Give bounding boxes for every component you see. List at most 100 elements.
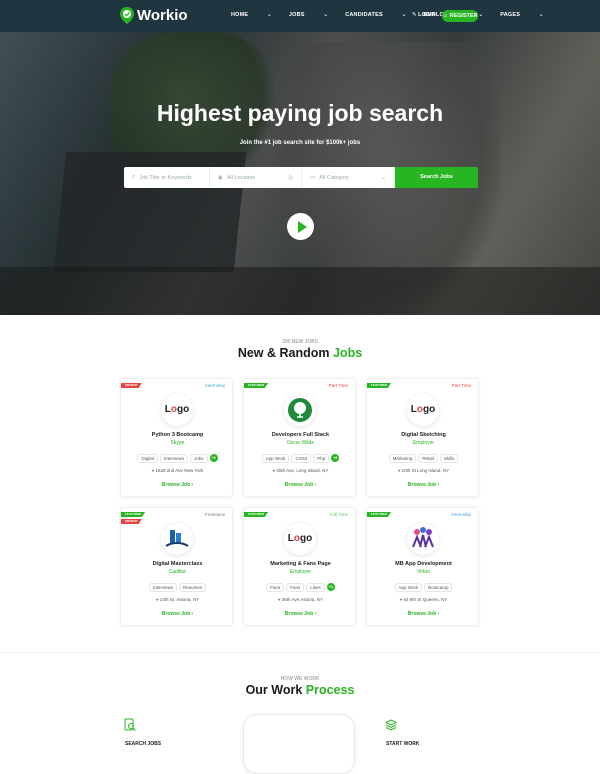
job-address: ⌖ 1628 2nd Ave New York: [151, 468, 204, 473]
search-doc-icon: [124, 718, 136, 731]
target-icon: ◎: [288, 174, 293, 181]
browse-job-link[interactable]: Browse Job ›: [121, 482, 234, 488]
skill-tag[interactable]: Face: [266, 583, 285, 592]
company-name[interactable]: Oscar Wilde: [244, 440, 357, 446]
skills-list: Face Fans Likes +3: [244, 583, 357, 592]
menu-item-home[interactable]: HOME ⌄: [231, 12, 272, 18]
skill-tag[interactable]: Retail: [418, 454, 438, 463]
job-title[interactable]: Marketing & Fans Page: [244, 561, 357, 567]
category-select[interactable]: ▭ All Category ⌄: [302, 167, 395, 188]
skill-tag[interactable]: App Work: [394, 583, 423, 592]
menu-item-pages[interactable]: PAGES ⌄: [500, 12, 543, 18]
process-heading: Our Work Process: [245, 683, 355, 697]
login-link[interactable]: ✎ LOGIN: [412, 12, 436, 18]
hero-subtitle: Join the #1 job search site for $100k+ j…: [239, 140, 361, 146]
job-search-bar: ⌕ Job Title or Keywords ◉ All Location ◎ ▭ A…: [124, 167, 478, 188]
brand-name: Workio: [137, 7, 188, 24]
skills-list: App Work CSS3 Php +3: [244, 454, 357, 463]
building-logo-icon: [165, 530, 189, 547]
play-video-button[interactable]: [287, 213, 314, 240]
job-badge: FEATURED: [121, 512, 146, 517]
company-name[interactable]: Employer: [367, 440, 480, 446]
job-card[interactable]: FEATURED Part Time Developers Full Stack Os…: [243, 378, 356, 497]
search-jobs-button[interactable]: Search Jobs: [395, 167, 478, 188]
jobs-kicker: 200 NEW JOBS: [282, 339, 318, 345]
more-skills-count[interactable]: +3: [326, 583, 335, 591]
location-pin-icon: [120, 7, 134, 24]
skill-tag[interactable]: Marketing: [388, 454, 417, 463]
job-title[interactable]: Digital Masterclass: [121, 561, 234, 567]
job-card[interactable]: FEATURED Full Time Logo Marketing & Fans Pa…: [243, 507, 356, 626]
play-icon: [297, 220, 307, 233]
company-logo-icon: Logo: [410, 404, 436, 415]
user-icon: ☺: [442, 13, 448, 19]
job-badge: FEATURED: [367, 383, 392, 388]
job-title[interactable]: Digital Sketching: [367, 432, 480, 438]
job-badge: URGENT: [121, 383, 142, 388]
main-menu: HOME ⌄ JOBS ⌄ CANDIDATES ⌄ EMPLOYERS ⌄ P…: [231, 12, 561, 18]
company-logo-icon: Logo: [164, 404, 190, 415]
browse-job-link[interactable]: Browse Job ›: [367, 482, 480, 488]
folder-icon: ▭: [310, 174, 316, 181]
skills-list: Marketing Retail Skills: [367, 454, 480, 463]
step-search-jobs: SEARCH JOBS: [125, 741, 162, 747]
job-title[interactable]: Developers Full Stack: [244, 432, 357, 438]
job-address: ⌖ 30th Ave, Long Island, NY: [272, 468, 329, 473]
skill-tag[interactable]: CSS3: [291, 454, 312, 463]
hero-title: Highest paying job search: [156, 100, 444, 126]
company-name[interactable]: Virtue: [367, 569, 480, 575]
skill-tag[interactable]: Jobs: [190, 454, 208, 463]
people-logo-icon: [412, 527, 434, 548]
tree-logo-icon: [288, 398, 312, 422]
company-name[interactable]: Cadillac: [121, 569, 234, 575]
location-select[interactable]: ◉ All Location ◎: [210, 167, 302, 188]
skills-list: App Work Bootcamp: [367, 583, 480, 592]
menu-item-candidates[interactable]: CANDIDATES ⌄: [345, 12, 406, 18]
skill-tag[interactable]: Bootcamp: [424, 583, 453, 592]
skill-tag[interactable]: Digital: [137, 454, 158, 463]
process-kicker: HOW WE WORK: [280, 676, 320, 682]
job-type: Full Time: [329, 512, 348, 517]
browse-job-link[interactable]: Browse Job ›: [121, 611, 234, 617]
register-button[interactable]: ☺ REGISTER: [442, 10, 478, 22]
skill-tag[interactable]: Resumes: [179, 583, 207, 592]
skill-tag[interactable]: Php: [313, 454, 330, 463]
job-badge: FEATURED: [244, 383, 269, 388]
more-skills-count[interactable]: +3: [331, 454, 340, 462]
browse-job-link[interactable]: Browse Job ›: [244, 611, 357, 617]
job-badge: URGENT: [121, 519, 142, 524]
company-name[interactable]: Skype: [121, 440, 234, 446]
company-logo: [407, 523, 439, 555]
job-type: Internship: [205, 383, 225, 388]
job-address: ⌖ 14th St, Astoria, NY: [155, 597, 200, 602]
browse-job-link[interactable]: Browse Job ›: [244, 482, 357, 488]
skills-list: Digital Interviews Jobs +3: [121, 454, 234, 463]
job-card[interactable]: URGENT Internship Logo Python 3 Bootcamp Sky…: [120, 378, 233, 497]
brand-logo[interactable]: Workio: [120, 7, 188, 24]
skill-tag[interactable]: Interviews: [148, 583, 178, 592]
job-card[interactable]: FEATURED Internship MB App Development Virt…: [366, 507, 479, 626]
job-card[interactable]: FEATURED Part Time Logo Digital Sketching Em…: [366, 378, 479, 497]
key-icon: ✎: [412, 12, 417, 18]
keywords-input[interactable]: ⌕ Job Title or Keywords: [124, 167, 210, 188]
skill-tag[interactable]: App Work: [261, 454, 290, 463]
job-address: ⌖ 64 9th St Queens, NY: [399, 597, 448, 602]
company-logo: [284, 394, 316, 426]
company-logo-icon: Logo: [287, 533, 313, 544]
menu-item-jobs[interactable]: JOBS ⌄: [289, 12, 328, 18]
job-address: ⌖ 10th St Long Island, NY: [397, 468, 450, 473]
more-skills-count[interactable]: +3: [209, 454, 218, 462]
skill-tag[interactable]: Likes: [306, 583, 325, 592]
job-title[interactable]: Python 3 Bootcamp: [121, 432, 234, 438]
job-title[interactable]: MB App Development: [367, 561, 480, 567]
company-name[interactable]: Employer: [244, 569, 357, 575]
company-logo: [161, 523, 193, 555]
job-card[interactable]: FEATURED URGENT Freelance Digital Mastercla…: [120, 507, 233, 626]
skill-tag[interactable]: Fans: [286, 583, 305, 592]
skill-tag[interactable]: Skills: [439, 454, 459, 463]
browse-job-link[interactable]: Browse Job ›: [367, 611, 480, 617]
company-logo: Logo: [407, 394, 439, 426]
job-badge: FEATURED: [367, 512, 392, 517]
top-navbar: Workio HOME ⌄ JOBS ⌄ CANDIDATES ⌄ EMPLOY…: [0, 0, 600, 32]
skill-tag[interactable]: Interviews: [159, 454, 189, 463]
